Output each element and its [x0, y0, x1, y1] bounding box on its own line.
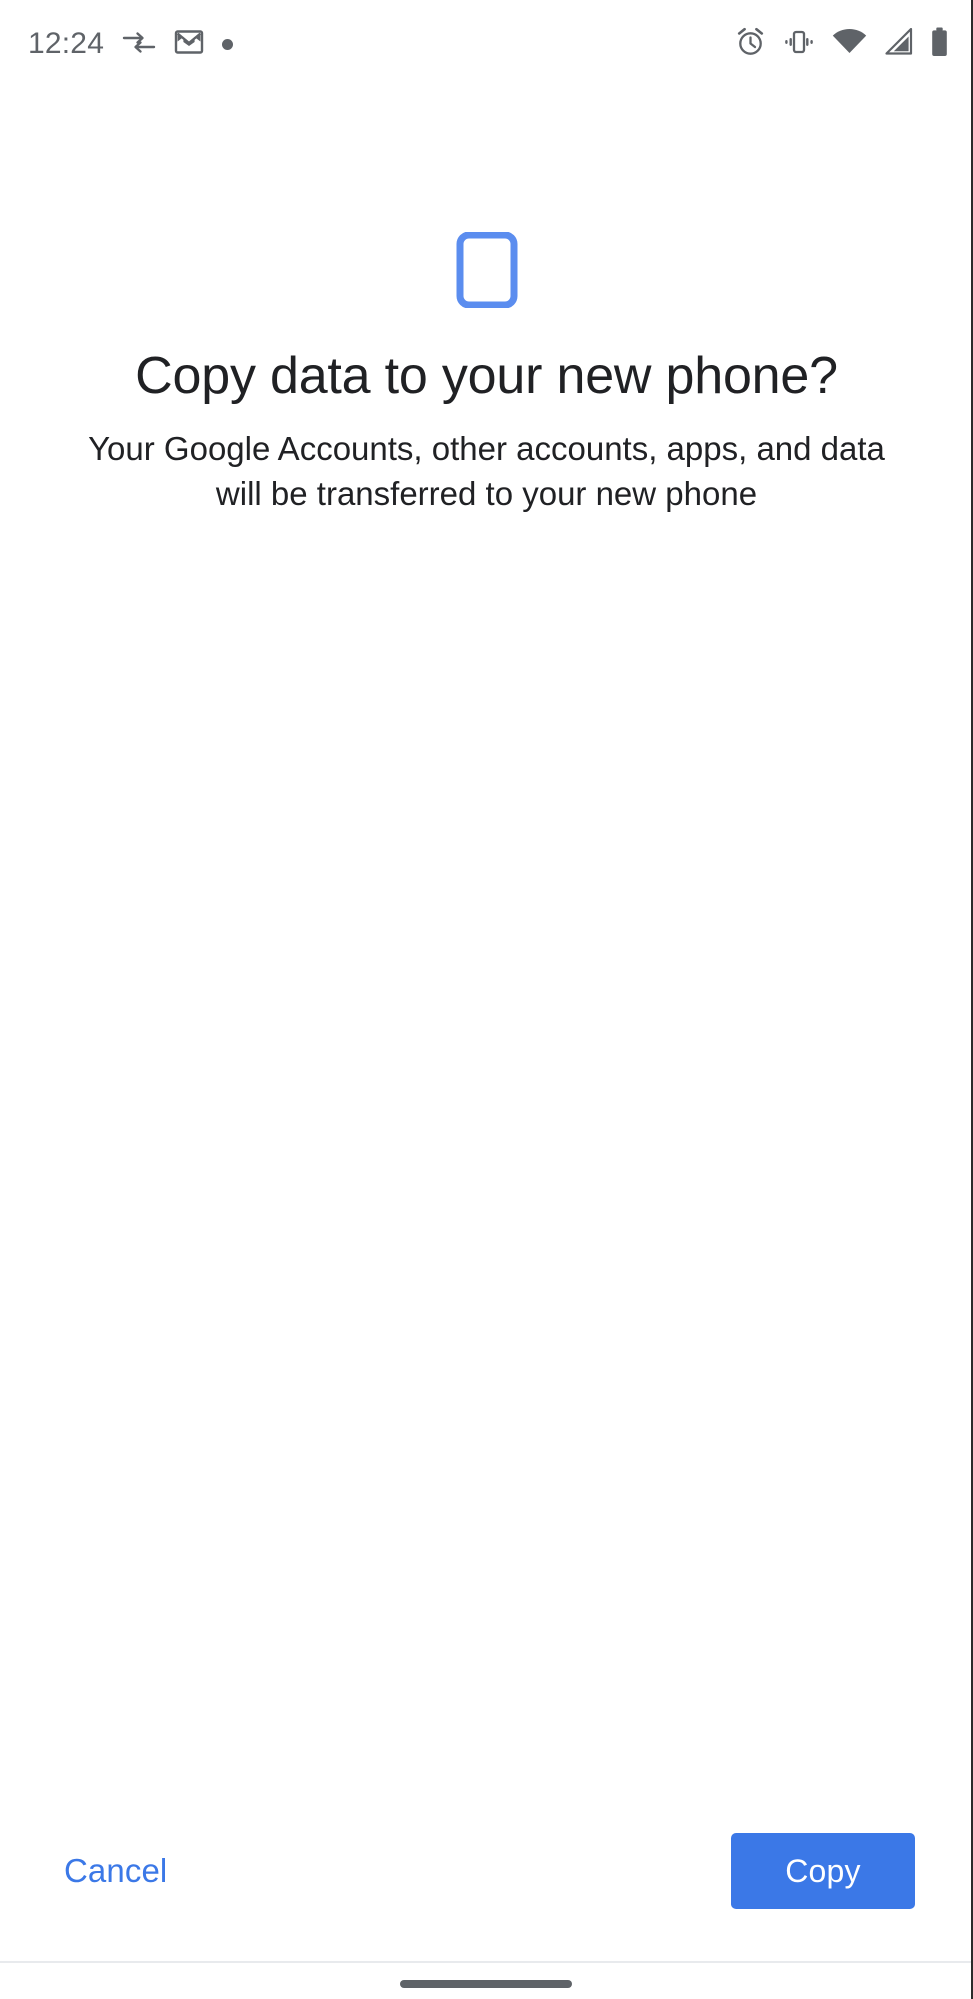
- copy-button[interactable]: Copy: [731, 1833, 915, 1909]
- smartphone-icon: [456, 231, 518, 313]
- data-transfer-icon: [122, 29, 156, 60]
- cancel-button[interactable]: Cancel: [58, 1844, 173, 1898]
- hero-section: Copy data to your new phone? Your Google…: [0, 231, 971, 517]
- status-bar: 12:24: [0, 0, 971, 88]
- phone-screen: 12:24 Copy data to your new phone? Your …: [0, 0, 973, 1999]
- gmail-icon: [174, 27, 204, 62]
- notification-dot-icon: [222, 38, 234, 50]
- system-navigation-bar: [0, 1963, 971, 1999]
- page-subtitle: Your Google Accounts, other accounts, ap…: [88, 430, 885, 513]
- alarm-clock-icon: [735, 26, 766, 62]
- status-bar-right: [735, 26, 949, 62]
- vibrate-icon: [783, 28, 815, 61]
- action-bar: Cancel Copy: [0, 1832, 971, 1910]
- wifi-icon: [832, 28, 867, 60]
- status-bar-left: 12:24: [28, 27, 234, 62]
- cellular-signal-icon: [884, 27, 913, 60]
- page-title: Copy data to your new phone?: [135, 347, 838, 405]
- battery-icon: [930, 27, 949, 62]
- home-indicator[interactable]: [399, 1980, 572, 1988]
- status-bar-clock: 12:24: [28, 27, 105, 60]
